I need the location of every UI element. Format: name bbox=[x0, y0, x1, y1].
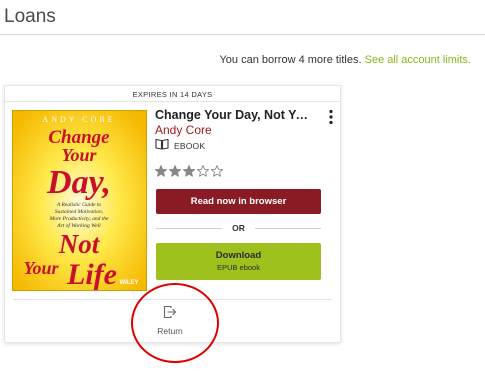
star-rating[interactable] bbox=[155, 165, 225, 177]
cover-subtitle-line: Art of Working Well bbox=[56, 222, 101, 229]
or-line-left bbox=[156, 227, 223, 229]
expires-label: EXPIRES IN 14 DAYS bbox=[132, 90, 213, 99]
open-book-icon bbox=[155, 137, 169, 155]
loan-card: EXPIRES IN 14 DAYS ANDY CORE Change Your… bbox=[4, 85, 341, 343]
cover-title-line: Your bbox=[61, 145, 97, 165]
page-title: Loans bbox=[4, 6, 56, 27]
or-label: OR bbox=[232, 223, 245, 233]
cover-title-line: Life bbox=[66, 258, 117, 290]
cover-subtitle-line: More Productivity, and the bbox=[49, 216, 109, 222]
download-format-label: EPUB ebook bbox=[217, 263, 260, 272]
download-button-label: Download bbox=[215, 250, 262, 261]
star-filled-icon[interactable] bbox=[155, 165, 167, 177]
return-button[interactable]: Return bbox=[147, 305, 193, 337]
star-filled-icon[interactable] bbox=[169, 165, 181, 177]
cover-author: ANDY CORE bbox=[42, 115, 115, 124]
or-separator: OR bbox=[156, 222, 321, 234]
title-divider bbox=[0, 34, 485, 35]
expires-divider bbox=[5, 101, 340, 102]
read-now-button[interactable]: Read now in browser bbox=[156, 189, 321, 214]
cover-subtitle-line: Sustained Motivation, bbox=[55, 209, 104, 215]
card-divider bbox=[13, 299, 332, 300]
more-options-icon[interactable] bbox=[327, 109, 335, 125]
cover-publisher: WILEY bbox=[120, 280, 139, 286]
account-limits-link[interactable]: See all account limits. bbox=[365, 54, 471, 66]
star-empty-icon[interactable] bbox=[197, 165, 209, 177]
borrow-limit-row: You can borrow 4 more titles. See all ac… bbox=[219, 54, 471, 66]
book-title[interactable]: Change Your Day, Not Your Life bbox=[155, 108, 315, 122]
borrow-limit-message: You can borrow 4 more titles. bbox=[219, 54, 362, 66]
return-arrow-icon bbox=[163, 305, 177, 324]
book-cover[interactable]: ANDY CORE Change Your Day, A Realistic G… bbox=[12, 110, 147, 291]
format-row: EBOOK bbox=[155, 137, 206, 155]
cover-title-line: Your bbox=[23, 258, 59, 278]
star-filled-icon[interactable] bbox=[183, 165, 195, 177]
return-label: Return bbox=[157, 326, 183, 336]
star-empty-icon[interactable] bbox=[211, 165, 223, 177]
download-button[interactable]: Download EPUB ebook bbox=[156, 243, 321, 280]
loans-page: Loans You can borrow 4 more titles. See … bbox=[0, 0, 485, 372]
format-label: EBOOK bbox=[174, 141, 206, 151]
book-cover-art: ANDY CORE Change Your Day, A Realistic G… bbox=[13, 111, 146, 290]
book-author[interactable]: Andy Core bbox=[155, 123, 212, 137]
cover-title-line: Day, bbox=[46, 164, 111, 201]
cover-title-line: Not bbox=[58, 229, 101, 259]
cover-subtitle-line: A Realistic Guide to bbox=[56, 202, 102, 208]
or-line-right bbox=[254, 227, 321, 229]
